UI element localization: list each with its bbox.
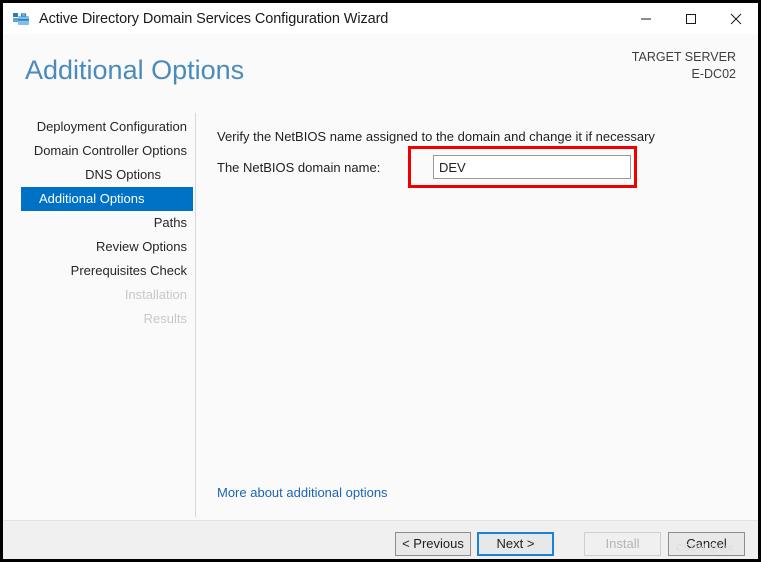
next-button[interactable]: Next > [477,532,554,556]
sidebar-item-prerequisites-check[interactable]: Prerequisites Check [3,259,193,283]
netbios-domain-name-label: The NetBIOS domain name: [217,160,381,175]
minimize-button[interactable] [623,3,668,34]
nav-content-divider [195,113,196,517]
netbios-domain-name-input[interactable] [433,155,631,179]
sidebar-item-domain-controller-options[interactable]: Domain Controller Options [3,139,193,163]
target-server-label: TARGET SERVER [631,50,736,64]
sidebar-item-deployment-configuration[interactable]: Deployment Configuration [3,115,193,139]
sidebar-item-results: Results [143,311,187,326]
watermark-text: CSDN @0pr [676,543,735,554]
previous-button[interactable]: < Previous [395,532,471,556]
page-header: Additional Options TARGET SERVER E-DC02 [3,34,758,103]
server-manager-icon [12,10,30,28]
page-title: Additional Options [25,55,245,85]
target-server-name: E-DC02 [691,67,736,81]
close-button[interactable] [713,3,758,34]
install-button: Install [584,532,661,556]
title-bar: Active Directory Domain Services Configu… [3,3,758,34]
window-title: Active Directory Domain Services Configu… [39,10,389,27]
target-server: TARGET SERVER E-DC02 [632,49,736,83]
sidebar-item-paths[interactable]: Paths [3,211,193,235]
sidebar-item-additional-options[interactable]: Additional Options [21,187,193,211]
sidebar-item-review-options[interactable]: Review Options [3,235,193,259]
more-about-additional-options-link[interactable]: More about additional options [217,485,388,500]
maximize-button[interactable] [668,3,713,34]
sidebar-item-installation: Installation [124,287,187,302]
wizard-window: Active Directory Domain Services Configu… [0,0,761,562]
sidebar-item-dns-options[interactable]: DNS Options [3,163,193,187]
footer-bar: < Previous Next > Install Cancel [3,520,758,559]
instruction-text: Verify the NetBIOS name assigned to the … [217,129,655,144]
wizard-steps-nav: Deployment Configuration Domain Controll… [3,115,193,331]
window-controls [623,3,758,34]
